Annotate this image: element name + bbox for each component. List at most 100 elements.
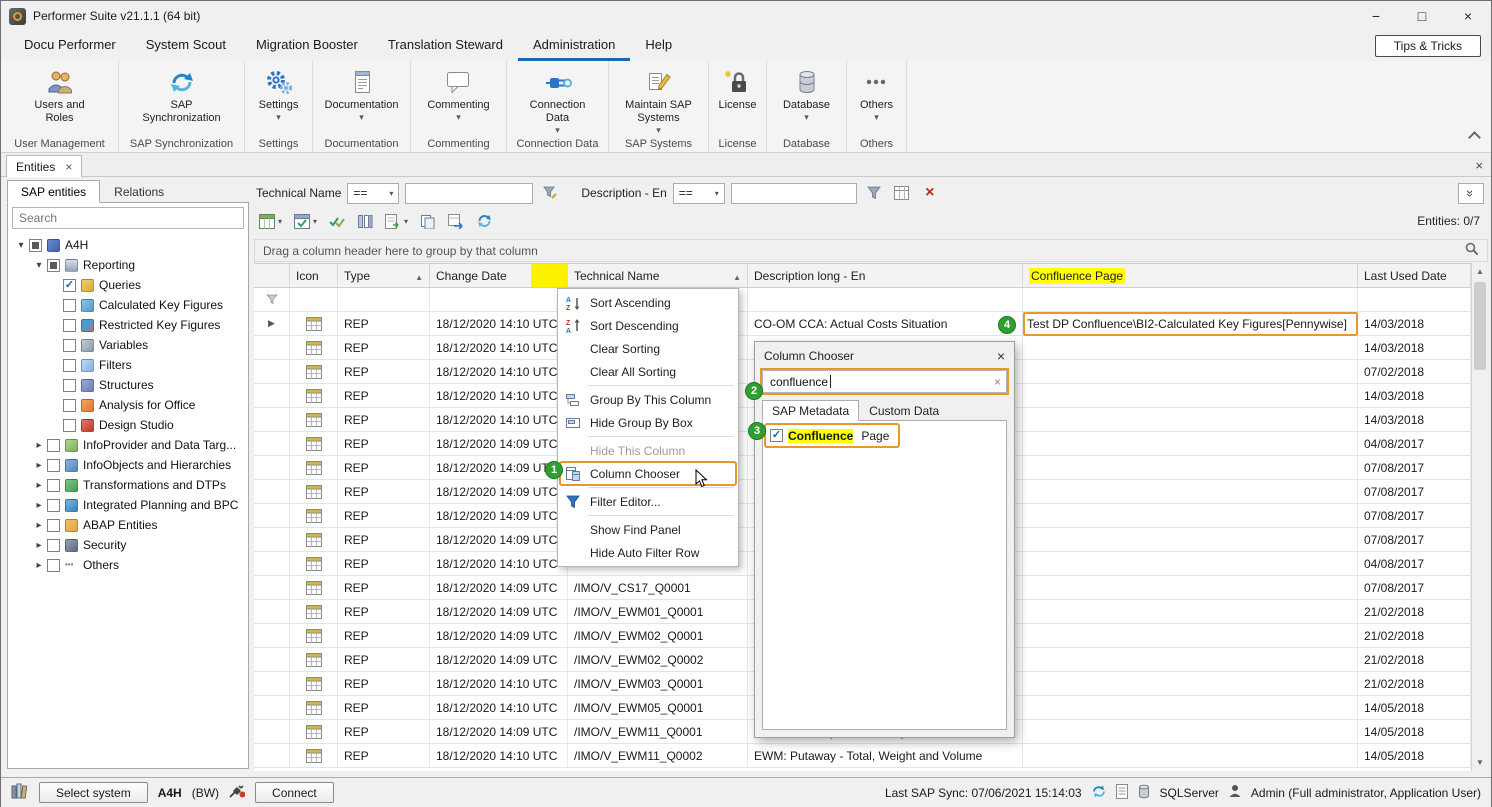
expander-icon[interactable]: [32, 440, 46, 451]
group-by-panel[interactable]: Drag a column header here to group by th…: [254, 239, 1488, 262]
column-header[interactable]: [254, 264, 290, 287]
tree-item[interactable]: ABAP Entities: [8, 515, 248, 535]
tree-item[interactable]: Restricted Key Figures: [8, 315, 248, 335]
tree-checkbox[interactable]: [47, 559, 60, 572]
log-document-icon[interactable]: [1116, 784, 1128, 802]
tree-item[interactable]: Queries: [8, 275, 248, 295]
tree-checkbox[interactable]: [63, 359, 76, 372]
tree-checkbox[interactable]: [47, 519, 60, 532]
menu-item-group-by-this-column[interactable]: Group By This Column: [560, 388, 736, 411]
auto-filter-cell[interactable]: [338, 288, 430, 311]
description-filter-input[interactable]: [731, 183, 857, 204]
column-header[interactable]: Confluence Page: [1023, 264, 1358, 287]
advanced-filter-button[interactable]: »: [1458, 183, 1484, 204]
close-tab-icon[interactable]: ×: [65, 161, 72, 173]
table-row[interactable]: REP 18/12/2020 14:10 UTC /IMO/V_EWM11_Q0…: [254, 744, 1471, 768]
tips-and-tricks-button[interactable]: Tips & Tricks: [1375, 35, 1481, 57]
column-search-input[interactable]: [768, 374, 830, 390]
column-search-box[interactable]: ×: [762, 370, 1007, 393]
tree-item[interactable]: Calculated Key Figures: [8, 295, 248, 315]
menu-item-sort-ascending[interactable]: AZ Sort Ascending: [560, 291, 736, 314]
select-system-button[interactable]: Select system: [39, 782, 148, 803]
tree-checkbox[interactable]: [47, 439, 60, 452]
validate-button[interactable]: [326, 210, 348, 233]
tab-help[interactable]: Help: [630, 31, 687, 61]
tree-checkbox[interactable]: [47, 499, 60, 512]
scroll-up-icon[interactable]: ▲: [1472, 263, 1488, 280]
dialog-close-icon[interactable]: ×: [997, 348, 1005, 364]
tree-item[interactable]: Analysis for Office: [8, 395, 248, 415]
menu-item-column-chooser[interactable]: Column Chooser: [560, 462, 736, 485]
auto-filter-cell[interactable]: [430, 288, 568, 311]
tab-system-scout[interactable]: System Scout: [131, 31, 241, 61]
tree-checkbox[interactable]: [47, 479, 60, 492]
expander-icon[interactable]: [14, 240, 28, 251]
table-row[interactable]: REP 18/12/2020 14:10 UTC CO-OM CCA: Actu…: [254, 312, 1471, 336]
expander-icon[interactable]: [32, 480, 46, 491]
tree-checkbox[interactable]: [29, 239, 42, 252]
column-header[interactable]: Technical Name: [568, 264, 748, 287]
tab-docu-performer[interactable]: Docu Performer: [9, 31, 131, 61]
tree-item[interactable]: Others: [8, 555, 248, 575]
apply-filter-button[interactable]: [863, 182, 885, 204]
tree-checkbox[interactable]: [63, 419, 76, 432]
refresh-button[interactable]: [473, 210, 496, 233]
column-header[interactable]: Icon: [290, 264, 338, 287]
tree-checkbox[interactable]: [63, 319, 76, 332]
column-header[interactable]: Change Date: [430, 264, 568, 287]
description-operator-select[interactable]: == ▾: [673, 183, 725, 204]
menu-item-clear-all-sorting[interactable]: Clear All Sorting: [560, 360, 736, 383]
filter-edit-button[interactable]: [539, 182, 561, 204]
tree-item[interactable]: Integrated Planning and BPC: [8, 495, 248, 515]
menu-item-hide-group-by-box[interactable]: Hide Group By Box: [560, 411, 736, 434]
tree-checkbox[interactable]: [63, 339, 76, 352]
tree-item[interactable]: Structures: [8, 375, 248, 395]
expander-icon[interactable]: [32, 460, 46, 471]
column-header[interactable]: Type: [338, 264, 430, 287]
tree-item[interactable]: Reporting: [8, 255, 248, 275]
tab-custom-data[interactable]: Custom Data: [859, 400, 949, 421]
dialog-titlebar[interactable]: Column Chooser ×: [755, 342, 1014, 369]
expander-icon[interactable]: [32, 560, 46, 571]
tab-sap-entities[interactable]: SAP entities: [7, 180, 100, 203]
expander-icon[interactable]: [32, 500, 46, 511]
tree-item[interactable]: Security: [8, 535, 248, 555]
saved-layout-button[interactable]: ▾: [291, 210, 320, 233]
tree-item[interactable]: Variables: [8, 335, 248, 355]
menu-item-hide-auto-filter-row[interactable]: Hide Auto Filter Row: [560, 541, 736, 564]
tree-item[interactable]: Filters: [8, 355, 248, 375]
auto-filter-cell[interactable]: [254, 288, 290, 311]
tree-item[interactable]: InfoObjects and Hierarchies: [8, 455, 248, 475]
tree-checkbox[interactable]: [63, 399, 76, 412]
tab-relations[interactable]: Relations: [100, 180, 178, 203]
tree-search-input[interactable]: [12, 207, 244, 229]
tab-migration-booster[interactable]: Migration Booster: [241, 31, 373, 61]
tree-item[interactable]: InfoProvider and Data Targ...: [8, 435, 248, 455]
tree-checkbox[interactable]: [47, 459, 60, 472]
close-tabstrip-icon[interactable]: ×: [1475, 153, 1483, 177]
maximize-button[interactable]: □: [1399, 1, 1445, 31]
export-button[interactable]: ▾: [382, 210, 411, 233]
view-settings-button[interactable]: ▾: [256, 210, 285, 233]
column-list-item-confluence-page[interactable]: Confluence Page: [766, 425, 898, 446]
scrollbar-thumb[interactable]: [1474, 282, 1486, 370]
tree-checkbox[interactable]: [63, 279, 76, 292]
tree-item[interactable]: A4H: [8, 235, 248, 255]
technical-name-filter-input[interactable]: [405, 183, 533, 204]
column-header[interactable]: Last Used Date: [1358, 264, 1471, 287]
copy-button[interactable]: [417, 210, 439, 233]
tab-entities[interactable]: Entities ×: [6, 155, 82, 177]
vertical-scrollbar[interactable]: ▲ ▼: [1471, 263, 1488, 771]
collapse-ribbon-icon[interactable]: [1468, 131, 1481, 144]
scroll-down-icon[interactable]: ▼: [1472, 754, 1488, 771]
clear-search-icon[interactable]: ×: [994, 375, 1001, 389]
find-panel-icon[interactable]: [1465, 242, 1479, 259]
auto-filter-cell[interactable]: [1358, 288, 1471, 311]
auto-filter-cell[interactable]: [748, 288, 1023, 311]
menu-item-filter-editor[interactable]: Filter Editor...: [560, 490, 736, 513]
tree-item[interactable]: Transformations and DTPs: [8, 475, 248, 495]
expander-icon[interactable]: [32, 520, 46, 531]
expander-icon[interactable]: [32, 260, 46, 271]
transfer-button[interactable]: [445, 210, 467, 233]
menu-item-sort-descending[interactable]: ZA Sort Descending: [560, 314, 736, 337]
